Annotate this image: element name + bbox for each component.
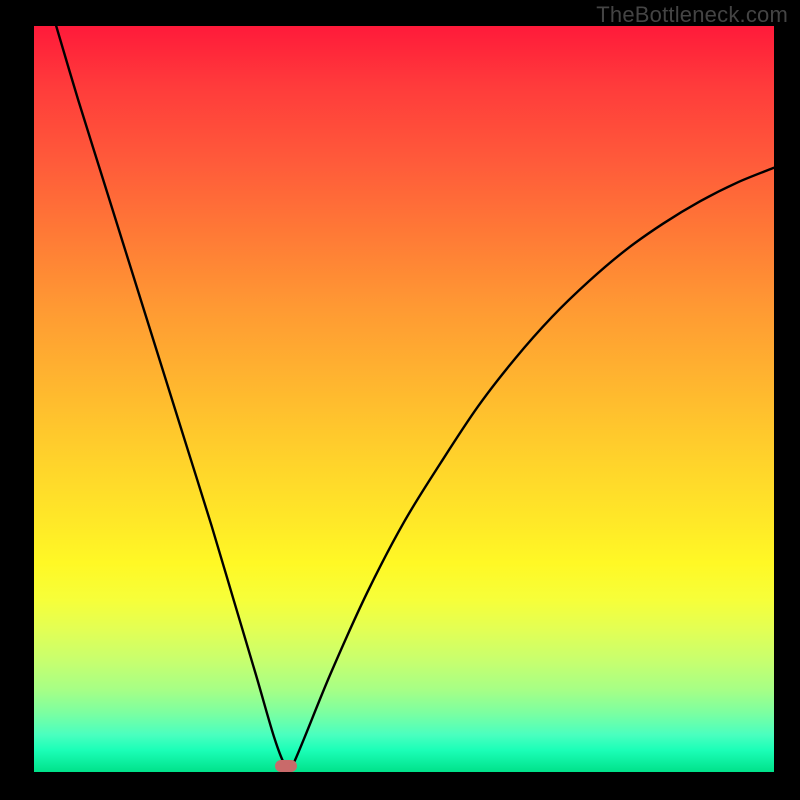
bottleneck-curve — [34, 26, 774, 772]
curve-path — [56, 26, 774, 773]
bottleneck-marker — [275, 760, 297, 772]
watermark-text: TheBottleneck.com — [596, 2, 788, 28]
bottleneck-chart — [34, 26, 774, 772]
